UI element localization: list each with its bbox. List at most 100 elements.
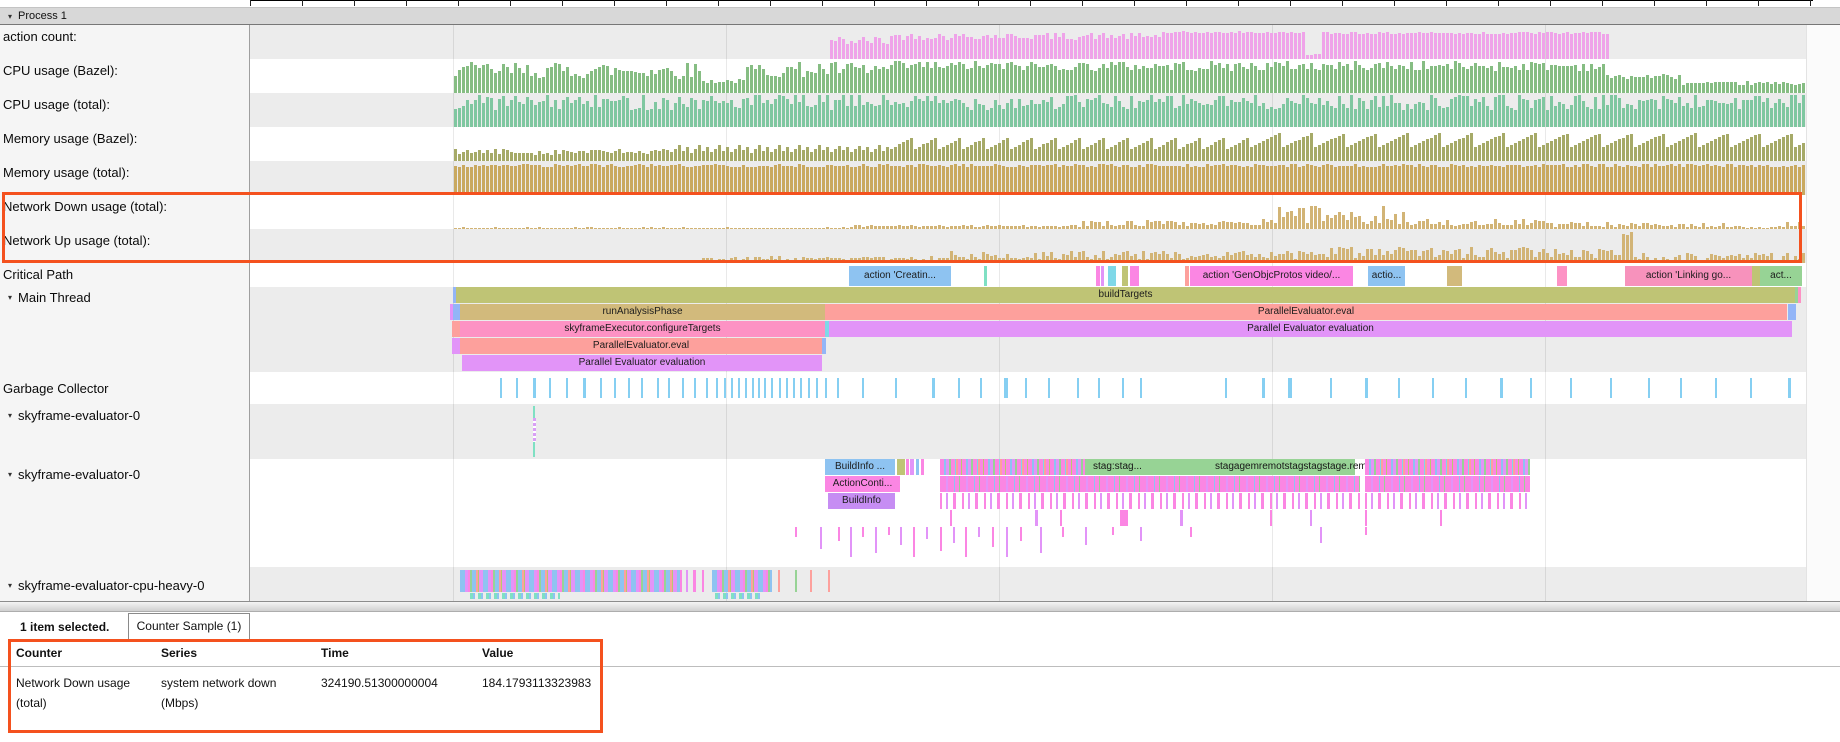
timeline-sliver[interactable] — [1108, 266, 1116, 286]
cell-series[interactable]: system network down (Mbps) — [161, 673, 311, 713]
gc-event[interactable] — [716, 378, 718, 398]
timeline-slice[interactable]: Parallel Evaluator evaluation — [462, 355, 822, 371]
dense-slice-band[interactable] — [1365, 493, 1530, 509]
gc-event[interactable] — [752, 378, 754, 398]
timeline-sliver[interactable] — [1180, 510, 1183, 526]
gc-event[interactable] — [1788, 378, 1791, 398]
track-content-net-up[interactable] — [250, 229, 1806, 263]
gc-event[interactable] — [800, 378, 802, 398]
gc-event[interactable] — [657, 378, 659, 398]
timeline-sliver[interactable] — [1310, 510, 1312, 526]
timeline-sliver[interactable] — [1447, 266, 1462, 286]
collapse-icon[interactable]: ▾ — [8, 470, 12, 479]
gc-event[interactable] — [895, 378, 897, 398]
timeline-sliver[interactable] — [1060, 510, 1062, 526]
track-content-mem-total[interactable] — [250, 161, 1806, 195]
gc-event[interactable] — [668, 378, 670, 398]
gc-event[interactable] — [932, 378, 935, 398]
column-header-series[interactable]: Series — [161, 646, 311, 660]
gc-event[interactable] — [816, 378, 818, 398]
gc-event[interactable] — [1570, 378, 1572, 398]
track-content-main-thread[interactable]: buildTargetsrunAnalysisPhaseParallelEval… — [250, 287, 1806, 372]
gc-event[interactable] — [1330, 378, 1332, 398]
gc-event[interactable] — [958, 378, 960, 398]
gc-event[interactable] — [641, 378, 643, 398]
collapse-icon[interactable]: ▾ — [8, 581, 12, 590]
timeline-sliver[interactable] — [910, 459, 914, 475]
timeline-slice[interactable]: actio... — [1368, 266, 1405, 286]
timeline-slice[interactable]: BuildInfo — [828, 493, 895, 509]
dense-slice-band[interactable] — [1365, 459, 1530, 475]
gc-event[interactable] — [980, 378, 982, 398]
timeline-sliver[interactable] — [1270, 510, 1272, 526]
gc-event[interactable] — [583, 378, 586, 398]
track-content-critical-path[interactable]: action 'Creatin...action 'GenObjcProtos … — [250, 263, 1806, 287]
cell-value[interactable]: 184.1793113323983 — [482, 673, 600, 693]
sidebar-item-skyframe-evaluator-0-a[interactable]: ▾skyframe-evaluator-0 — [0, 404, 250, 459]
timeline-sliver[interactable] — [1185, 266, 1189, 286]
dense-slice-band[interactable] — [680, 570, 705, 592]
gc-event[interactable] — [1004, 378, 1008, 398]
timeline-sliver[interactable] — [1557, 266, 1567, 286]
gc-event[interactable] — [614, 378, 616, 398]
timeline-sliver[interactable] — [1788, 304, 1796, 320]
gc-event[interactable] — [1365, 378, 1368, 398]
sidebar-item-mem-total[interactable]: Memory usage (total): — [0, 161, 250, 195]
sidebar-item-main-thread[interactable]: ▾Main Thread — [0, 287, 250, 372]
timeline-sliver[interactable] — [452, 338, 460, 354]
gc-event[interactable] — [724, 378, 726, 398]
gc-event[interactable] — [745, 378, 747, 398]
dense-slice-band[interactable]: stag:stag...stagagemremotstagstagstage.r… — [1085, 459, 1355, 475]
gc-event[interactable] — [549, 378, 551, 398]
timeline-sliver[interactable] — [452, 321, 460, 337]
gc-event[interactable] — [600, 378, 602, 398]
sidebar-item-cpu-bazel[interactable]: CPU usage (Bazel): — [0, 59, 250, 93]
timeline-ruler[interactable] — [0, 0, 1840, 7]
gc-event[interactable] — [731, 378, 733, 398]
gc-event[interactable] — [566, 378, 568, 398]
timeline-sliver[interactable] — [1365, 510, 1367, 526]
cell-counter[interactable]: Network Down usage (total) — [16, 673, 151, 713]
sidebar-item-skyframe-evaluator-0-b[interactable]: ▾skyframe-evaluator-0 — [0, 459, 250, 567]
gc-event[interactable] — [738, 378, 740, 398]
timeline-sliver[interactable] — [1035, 510, 1038, 526]
collapse-icon[interactable]: ▾ — [8, 12, 12, 21]
track-content-skyframe-evaluator-0-a[interactable] — [250, 404, 1806, 459]
track-content-action-count[interactable] — [250, 25, 1806, 59]
timeline-sliver[interactable] — [916, 459, 919, 475]
column-header-value[interactable]: Value — [482, 646, 600, 660]
gc-event[interactable] — [500, 378, 502, 398]
timeline-slice[interactable]: action 'Creatin... — [849, 266, 951, 286]
timeline-sliver[interactable] — [822, 338, 826, 354]
gc-event[interactable] — [1098, 378, 1100, 398]
timeline-slice[interactable]: BuildInfo ... — [825, 459, 895, 475]
column-header-time[interactable]: Time — [321, 646, 479, 660]
gc-event[interactable] — [1122, 378, 1124, 398]
gc-event[interactable] — [1750, 378, 1752, 398]
gc-event[interactable] — [1648, 378, 1650, 398]
timeline-sliver[interactable] — [453, 304, 460, 320]
gc-event[interactable] — [1262, 378, 1265, 398]
timeline-slice[interactable]: Parallel Evaluator evaluation — [829, 321, 1792, 337]
timeline-sliver[interactable] — [1440, 510, 1442, 526]
timeline-sliver[interactable] — [906, 459, 909, 475]
gc-event[interactable] — [771, 378, 773, 398]
timeline-slice[interactable]: skyframeExecutor.configureTargets — [460, 321, 825, 337]
gc-event[interactable] — [1288, 378, 1292, 398]
gc-event[interactable] — [694, 378, 696, 398]
gc-event[interactable] — [779, 378, 781, 398]
timeline-slice[interactable]: act... — [1760, 266, 1802, 286]
gc-event[interactable] — [1432, 378, 1434, 398]
sidebar-item-net-down[interactable]: Network Down usage (total): — [0, 195, 250, 229]
gc-event[interactable] — [533, 378, 536, 398]
timeline-sliver[interactable] — [1798, 287, 1801, 303]
sidebar-item-action-count[interactable]: action count: — [0, 25, 250, 59]
dense-slice-band[interactable] — [940, 493, 1360, 509]
track-content-skyframe-evaluator-cpu-heavy-0[interactable] — [250, 567, 1806, 601]
track-content-cpu-total[interactable] — [250, 93, 1806, 127]
dense-slice-band[interactable] — [585, 570, 680, 592]
timeline-sliver[interactable] — [1101, 266, 1104, 286]
track-content-cpu-bazel[interactable] — [250, 59, 1806, 93]
timeline-sliver[interactable] — [1130, 266, 1139, 286]
timeline-slice[interactable]: ParallelEvaluator.eval — [460, 338, 822, 354]
